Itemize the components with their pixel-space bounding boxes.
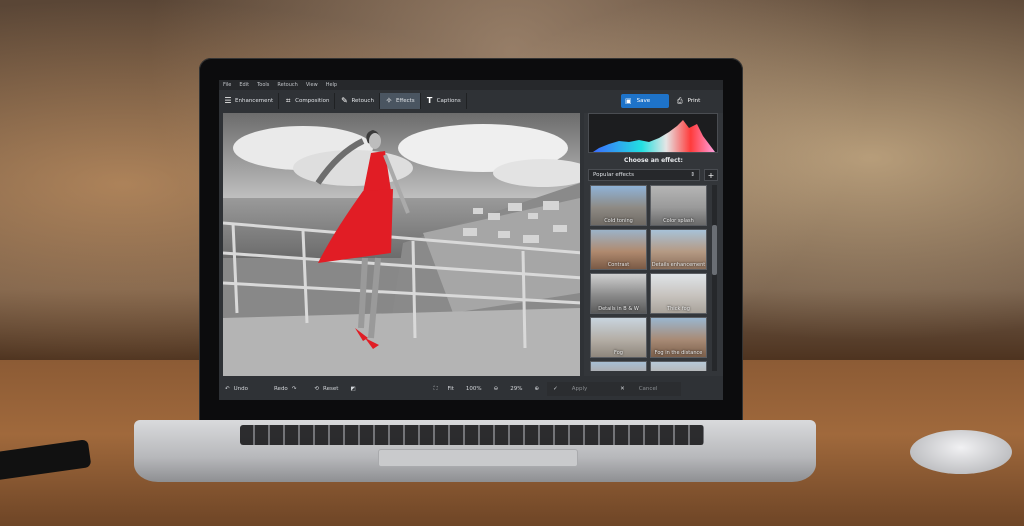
effect-label: Thick fog [667,306,690,312]
cancel-button[interactable]: ✕ Cancel [614,382,682,396]
compare-icon: ◩ [350,386,356,392]
undo-icon: ↶ [225,386,230,392]
minus-circle-icon: ⊖ [493,386,499,392]
redo-icon: ↷ [291,386,297,392]
menu-view[interactable]: View [306,82,318,88]
effect-label: Contrast [607,262,630,268]
bottom-toolbar: ↶ Undo Redo ↷ ⟲ Reset ◩ ⛶ Fit 100% ⊖ 29%… [219,380,723,398]
tab-label: Composition [295,98,330,104]
apply-button[interactable]: ✓ Apply [547,382,615,396]
laptop-screen: File Edit Tools Retouch View Help ☰ Enha… [219,80,723,400]
undo-label: Undo [233,386,248,392]
apply-label: Apply [571,386,588,392]
effect-label: Details in B & W [598,306,639,312]
effect-thumb[interactable]: Details enhancement [650,229,707,270]
tab-label: Effects [395,98,415,104]
sliders-icon: ☰ [224,96,232,105]
effect-thumb[interactable]: Details in B & W [590,273,647,314]
effect-thumb[interactable]: Contrast [590,229,647,270]
zoom-out-button[interactable]: ⊖ [488,382,505,396]
print-label: Print [687,98,701,104]
crop-icon: ⌗ [285,96,291,105]
menu-retouch[interactable]: Retouch [277,82,297,88]
reset-button[interactable]: ⟲ Reset [308,382,344,396]
fit-icon: ⛶ [433,385,438,392]
effect-label: Color splash [663,218,694,224]
tab-enhancement[interactable]: ☰ Enhancement [219,93,280,109]
panel-title: Choose an effect: [624,157,683,164]
menu-edit[interactable]: Edit [239,82,249,88]
undo-button[interactable]: ↶ Undo [219,382,254,396]
zoom-100-button[interactable]: 100% [460,382,488,396]
effect-label: Details enhancement [651,262,706,268]
zoom-level: 29% [504,382,528,396]
floppy-icon: ▣ [625,97,632,105]
menu-tools[interactable]: Tools [257,82,269,88]
plus-icon: + [707,170,715,180]
effect-label: Fog [614,350,623,356]
brush-icon: ✎ [341,96,348,105]
menu-bar: File Edit Tools Retouch View Help [219,80,723,90]
effect-thumb[interactable]: Cold toning [590,185,647,226]
magic-wand-icon: ✧ [385,96,393,105]
tab-label: Captions [436,98,461,104]
fit-button[interactable]: ⛶ Fit [428,382,460,396]
updown-arrows-icon: ⇕ [690,172,695,178]
scrollbar-thumb[interactable] [712,225,717,275]
laptop-keyboard [240,425,704,445]
save-button[interactable]: ▣ Save [621,94,669,108]
tab-composition[interactable]: ⌗ Composition [279,93,336,109]
text-icon: T [426,96,433,105]
dropdown-value: Popular effects [593,172,634,178]
zoom-level-label: 29% [510,386,523,392]
cancel-label: Cancel [638,386,658,392]
photo-image [223,113,580,376]
effect-label: Cold toning [604,218,633,224]
effect-thumb[interactable]: Fog [590,317,647,358]
tab-retouch[interactable]: ✎ Retouch [335,93,380,109]
add-effect-button[interactable]: + [704,169,718,181]
effect-label: Fog in the distance [654,350,703,356]
effect-category-dropdown[interactable]: Popular effects ⇕ [588,169,700,181]
histogram [588,113,718,153]
computer-mouse [910,430,1012,474]
photo-canvas[interactable] [223,113,580,376]
effects-panel: Choose an effect: Popular effects ⇕ + Co… [584,113,723,376]
print-button[interactable]: ⎙ Print [673,94,719,108]
tab-effects[interactable]: ✧ Effects [379,93,421,109]
zoom-100-label: 100% [465,386,482,392]
printer-icon: ⎙ [677,96,683,105]
menu-file[interactable]: File [223,82,231,88]
menu-help[interactable]: Help [326,82,337,88]
effects-grid: Cold toning Color splash Contrast Detail… [590,185,708,371]
effect-thumb[interactable]: Fog in the distance [650,317,707,358]
reset-label: Reset [323,386,339,392]
compare-button[interactable]: ◩ [344,382,361,396]
fit-label: Fit [447,386,454,392]
save-label: Save [636,98,651,104]
laptop-trackpad [378,449,578,467]
effect-thumb[interactable] [650,361,707,371]
histogram-chart [593,120,715,152]
tab-label: Retouch [351,98,374,104]
reset-icon: ⟲ [314,386,320,392]
tab-captions[interactable]: T Captions [421,93,467,109]
plus-circle-icon: ⊕ [534,386,540,392]
redo-button[interactable]: Redo ↷ [268,382,302,396]
tab-label: Enhancement [235,98,274,104]
redo-label: Redo [273,386,288,392]
zoom-in-button[interactable]: ⊕ [529,382,546,396]
effects-scrollbar[interactable] [712,185,717,371]
close-icon: ✕ [620,386,625,392]
effect-thumb[interactable]: Thick fog [650,273,707,314]
check-icon: ✓ [553,386,558,392]
effect-thumb[interactable]: Color splash [650,185,707,226]
effect-thumb[interactable] [590,361,647,371]
